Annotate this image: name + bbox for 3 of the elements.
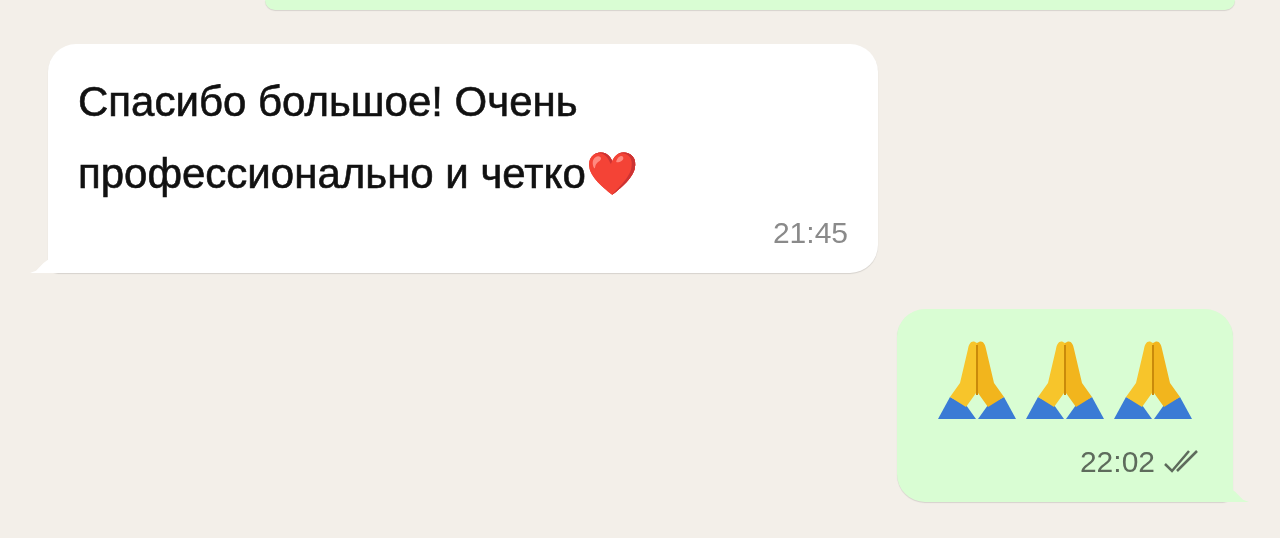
message-time: 22:02 (1079, 444, 1155, 480)
message-text: Спасибо большое! Очень профессионально и четко❤ (78, 77, 639, 199)
message-time: 21:45 (772, 215, 848, 251)
